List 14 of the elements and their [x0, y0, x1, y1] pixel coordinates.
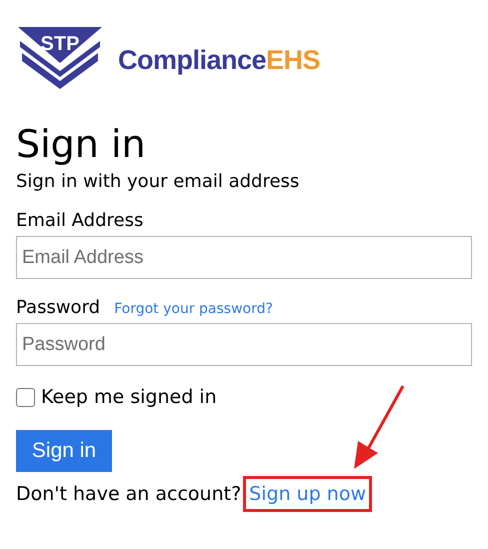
checkbox[interactable] [16, 388, 35, 406]
sign-in-button[interactable]: Sign in [16, 430, 112, 472]
page-title: Sign in [16, 122, 147, 166]
subtitle: Sign in with your email address [16, 170, 300, 194]
field-label: Password [16, 296, 100, 320]
sign-up-link[interactable]: Sign up now [249, 483, 366, 505]
logo-badge-text: STP [40, 33, 80, 55]
field-label: Email Address [16, 209, 144, 233]
forgot-password-link[interactable]: Forgot your password? [114, 301, 273, 317]
checkbox-label: Keep me signed in [41, 385, 217, 410]
brand-name: ComplianceEHS [118, 44, 320, 76]
input-field[interactable]: Email Address [16, 236, 472, 279]
input-field[interactable]: Password [16, 323, 472, 366]
signup-prompt: Don't have an account? [16, 483, 242, 505]
